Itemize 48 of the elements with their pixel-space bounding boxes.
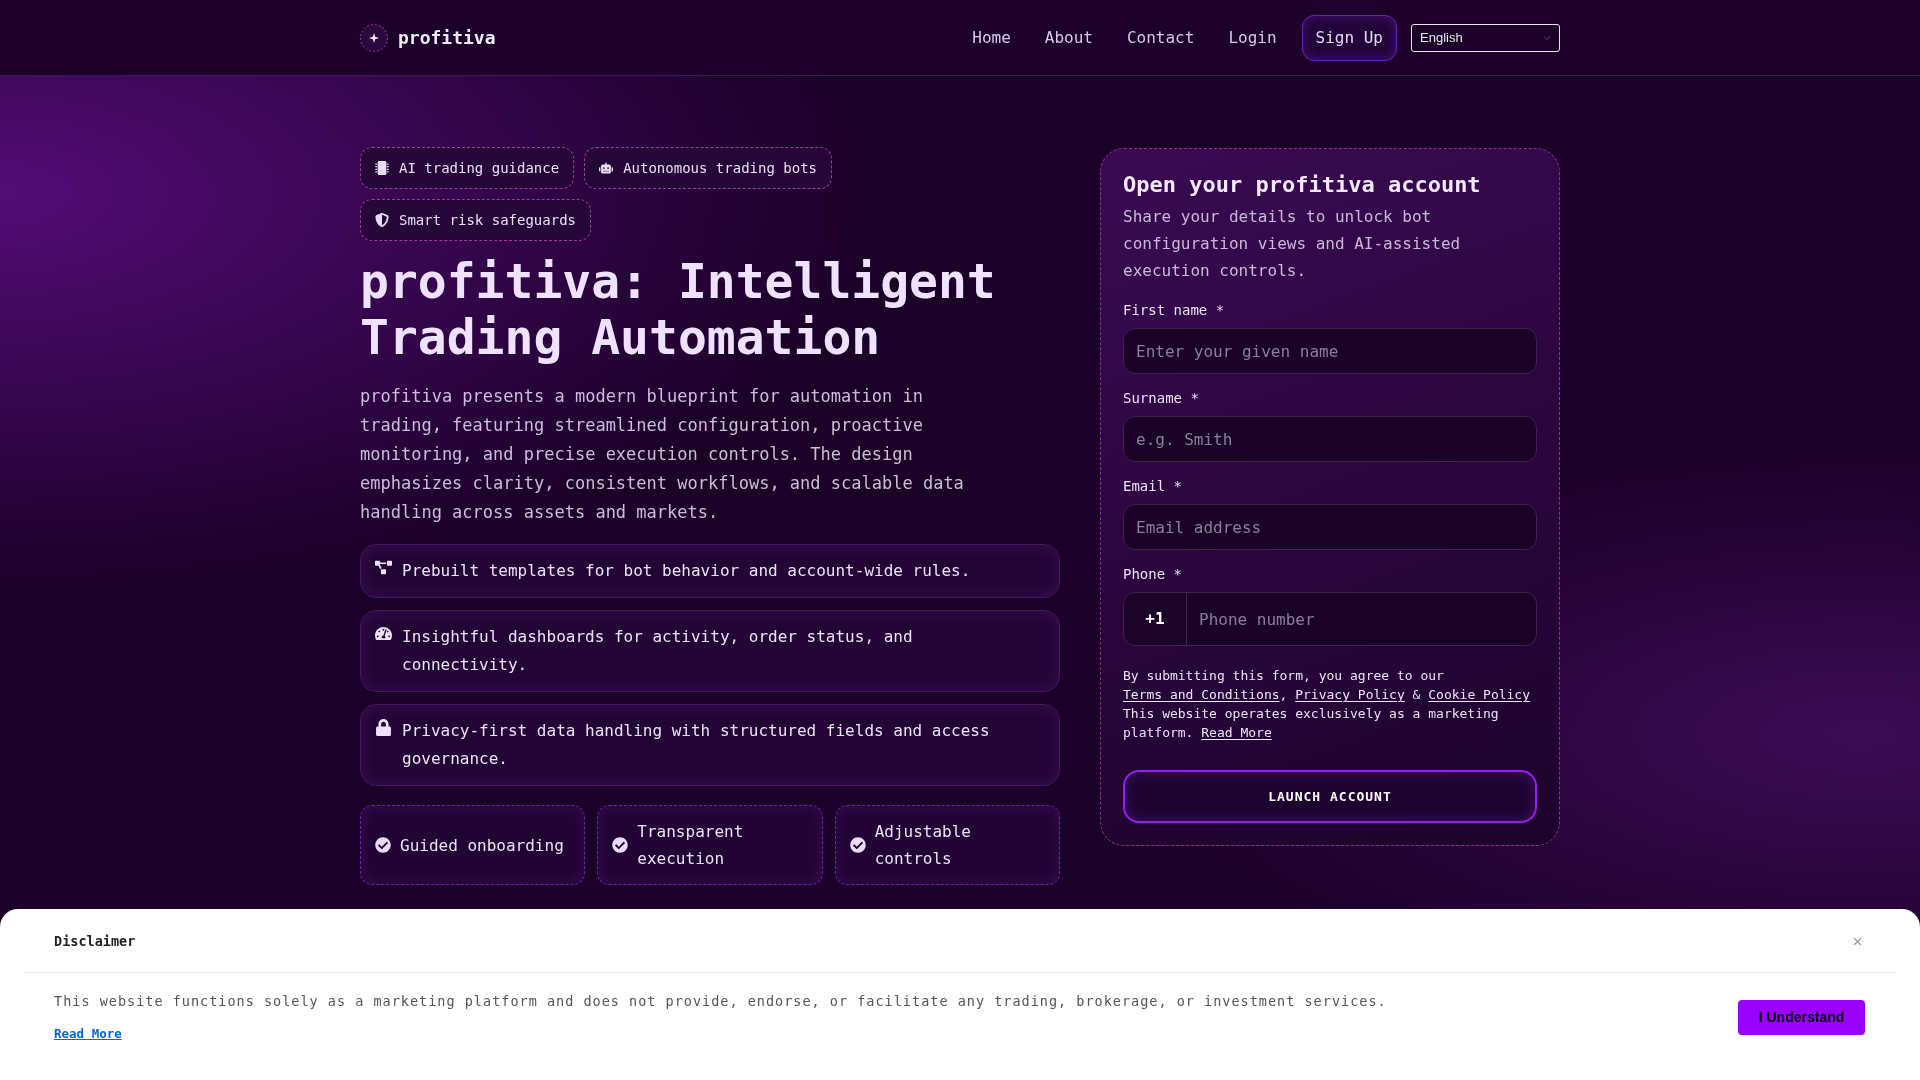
disclaimer-title: Disclaimer bbox=[54, 932, 136, 952]
sign-up-button[interactable]: Sign Up bbox=[1301, 14, 1397, 61]
phone-input[interactable]: Phone number bbox=[1187, 592, 1537, 646]
nav-link[interactable]: Home bbox=[972, 25, 1011, 50]
nav-link[interactable]: Login bbox=[1228, 25, 1277, 50]
country-code: +1 bbox=[1123, 592, 1187, 646]
highlight-text: Adjustable controls bbox=[874, 821, 972, 870]
lock-icon bbox=[375, 719, 392, 736]
tag-label: Smart risk safeguards bbox=[399, 210, 576, 230]
read-more-link[interactable]: Read More bbox=[1201, 725, 1272, 740]
launch-account-button[interactable]: LAUNCH ACCOUNT bbox=[1123, 770, 1537, 823]
highlight-text: Guided onboarding bbox=[400, 834, 564, 857]
robot-icon bbox=[599, 161, 614, 175]
feature-text: Prebuilt templates for bot behavior and account-wide rules. bbox=[402, 560, 971, 582]
form-subtitle: Share your details to unlock bot configuration views and AI-assisted execution controls. bbox=[1123, 206, 1462, 282]
close-icon[interactable] bbox=[1851, 935, 1864, 948]
form-title: Open your profitiva account bbox=[1123, 171, 1482, 199]
input-field[interactable]: Email address bbox=[1123, 504, 1537, 550]
hero-description: profitiva presents a modern blueprint for automation in trading, featuring streamlined configuration, proactive monitoring, and precise execution controls. The design emphasizes clarity, consistent workflows, and scalable data handling across assets and markets. bbox=[360, 385, 965, 524]
logo-icon bbox=[360, 23, 388, 52]
chip-icon bbox=[375, 161, 389, 175]
marketing-note: This website operates exclusively as a marketing platform. Read More bbox=[1123, 705, 1500, 742]
read-more-link[interactable]: Read More bbox=[54, 1025, 122, 1044]
shield-icon bbox=[375, 213, 389, 227]
terms-link[interactable]: Terms and Conditions bbox=[1123, 687, 1280, 702]
field-label: First name * bbox=[1123, 301, 1226, 320]
feature-text: Insightful dashboards for activity, order status, and connectivity. bbox=[402, 626, 914, 676]
network-diagram-icon bbox=[375, 559, 392, 576]
cookie-policy-link[interactable]: Cookie Policy bbox=[1428, 687, 1530, 702]
input-field[interactable]: Enter your given name bbox=[1123, 328, 1537, 374]
input-field[interactable]: e.g. Smith bbox=[1123, 416, 1537, 462]
understand-button[interactable]: I Understand bbox=[1738, 1000, 1865, 1035]
privacy-policy-link[interactable]: Privacy Policy bbox=[1295, 687, 1405, 702]
consent-text: By submitting this form, you agree to our Terms and Conditions, Privacy Policy & Cookie Policy bbox=[1123, 667, 1531, 704]
hero-title: profitiva: Intelligent Trading Automation bbox=[360, 253, 997, 365]
tag-label: AI trading guidance bbox=[399, 158, 560, 178]
highlight-text: Transparent execution bbox=[637, 821, 745, 870]
field-label: Email * bbox=[1123, 477, 1183, 496]
brand-name: profitiva bbox=[398, 26, 496, 50]
language-select[interactable]: English bbox=[1411, 23, 1560, 52]
field-label: Phone * bbox=[1123, 565, 1183, 584]
feature-text: Privacy-first data handling with structured fields and access governance. bbox=[402, 720, 991, 770]
nav-link[interactable]: About bbox=[1044, 25, 1093, 50]
nav-link[interactable]: Contact bbox=[1126, 25, 1195, 50]
disclaimer-text: This website functions solely as a marketing platform and does not provide, endorse, or facilitate any trading, brokerage, or investment services. bbox=[54, 992, 1387, 1011]
field-label: Surname * bbox=[1123, 389, 1200, 408]
gauge-icon bbox=[375, 625, 392, 642]
tag-label: Autonomous trading bots bbox=[623, 158, 818, 178]
